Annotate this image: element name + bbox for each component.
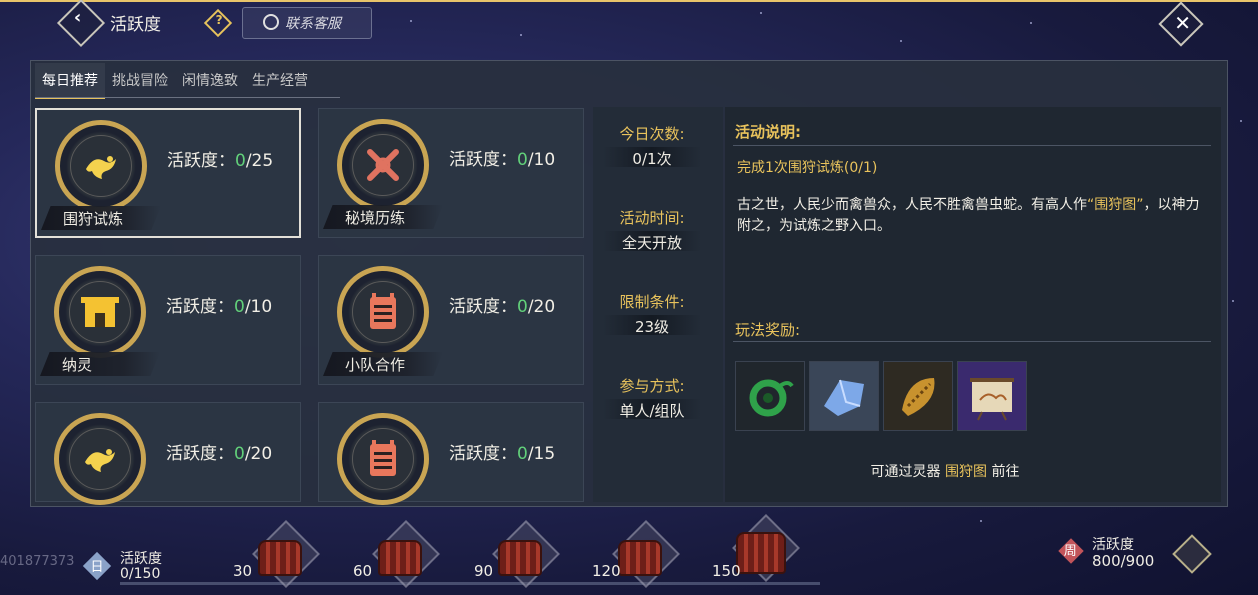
page-title: 活跃度 <box>110 15 161 35</box>
activity-points: 活跃度：0/10 <box>449 150 556 170</box>
scroll-icon <box>342 418 424 500</box>
scroll-icon <box>342 271 424 353</box>
activity-icon-ring <box>55 120 147 212</box>
activity-card-5[interactable]: 活跃度：0/20 <box>35 402 301 505</box>
customer-service-button[interactable]: 联系客服 <box>242 7 372 39</box>
daily-value: 0/150 <box>120 566 161 582</box>
activity-points: 活跃度：0/20 <box>449 297 556 317</box>
activity-card-naling[interactable]: 纳灵 活跃度：0/10 <box>35 255 301 385</box>
painting-scroll-icon <box>970 378 1014 421</box>
reward-slot[interactable] <box>883 361 953 431</box>
customer-service-label: 联系客服 <box>285 16 341 32</box>
jade-pendant-icon <box>749 379 794 417</box>
back-button[interactable]: ‹ <box>56 0 106 48</box>
daily-label: 活跃度 <box>120 551 162 567</box>
crossed-swords-icon <box>342 124 424 206</box>
reward-slot[interactable] <box>809 361 879 431</box>
weekly-value: 800/900 <box>1092 552 1155 570</box>
mode-value: 单人/组队 <box>619 402 685 420</box>
dragon-icon <box>60 125 142 207</box>
travel-hint: 可通过灵器 围狩图 前往 <box>870 464 1020 480</box>
limit-label: 限制条件: <box>619 293 685 311</box>
activity-name-ribbon: 小队合作 <box>323 352 443 376</box>
tab-production[interactable]: 生产经营 <box>245 63 315 97</box>
mode-label: 参与方式: <box>619 377 685 395</box>
tab-daily-recommend[interactable]: 每日推荐 <box>35 63 105 99</box>
activity-card-team-coop[interactable]: 小队合作 活跃度：0/20 <box>318 255 584 385</box>
crystal-icon <box>824 379 864 416</box>
activity-points: 活跃度：0/10 <box>166 297 273 317</box>
help-button[interactable]: ? <box>203 8 233 38</box>
activity-name-ribbon: 秘境历练 <box>323 205 443 229</box>
milestone-value: 60 <box>353 562 373 580</box>
tab-challenge[interactable]: 挑战冒险 <box>105 63 175 97</box>
progress-track <box>120 582 820 585</box>
rewards-title: 玩法奖励: <box>735 321 801 339</box>
divider <box>733 145 1211 146</box>
activity-lore: 古之世，人民少而禽兽众，人民不胜禽兽虫蛇。有高人作“围狩图”，以神力附之，为试炼… <box>737 197 1200 234</box>
activity-points: 活跃度：0/25 <box>167 151 274 171</box>
reward-chest-icon[interactable] <box>378 540 422 576</box>
daily-badge: 日 <box>82 551 112 581</box>
headset-icon <box>263 14 279 30</box>
reward-chest-icon[interactable] <box>618 540 662 576</box>
travel-item-link[interactable]: 围狩图 <box>945 464 987 480</box>
star <box>1232 300 1234 302</box>
activity-name: 围狩试炼 <box>63 210 124 228</box>
activity-name: 秘境历练 <box>345 209 406 227</box>
main-panel: 每日推荐 挑战冒险 闲情逸致 生产经营 围狩试炼 活跃度：0/25 秘境历练 活… <box>30 60 1228 507</box>
activity-description: 活动说明: 完成1次围狩试炼(0/1) 古之世，人民少而禽兽众，人民不胜禽兽虫蛇… <box>725 107 1221 502</box>
activity-name-ribbon: 纳灵 <box>40 352 160 376</box>
description-title: 活动说明: <box>735 123 801 141</box>
milestone-value: 90 <box>474 562 494 580</box>
activity-icon-ring <box>337 119 429 211</box>
close-icon: ✕ <box>1174 10 1192 35</box>
activity-goal: 完成1次围狩试炼(0/1) <box>737 160 878 176</box>
activity-points: 活跃度：0/20 <box>166 444 273 464</box>
golden-fragment-icon <box>902 378 935 416</box>
tab-leisure[interactable]: 闲情逸致 <box>175 63 245 97</box>
weekly-label: 活跃度 <box>1092 537 1134 553</box>
activity-icon-ring <box>337 413 429 505</box>
milestone-value: 30 <box>233 562 253 580</box>
reward-slot[interactable] <box>957 361 1027 431</box>
time-label: 活动时间: <box>619 209 685 227</box>
time-value: 全天开放 <box>621 234 682 252</box>
activity-points: 活跃度：0/15 <box>449 444 556 464</box>
close-button[interactable]: ✕ <box>1158 1 1204 47</box>
divider <box>733 341 1211 342</box>
dragon-icon <box>59 418 141 500</box>
activity-icon-ring <box>337 266 429 358</box>
tab-divider <box>35 97 340 98</box>
activity-card-secret-realm[interactable]: 秘境历练 活跃度：0/10 <box>318 108 584 238</box>
reward-chest-icon[interactable] <box>498 540 542 576</box>
weekly-reward-icon[interactable] <box>1172 534 1212 574</box>
gate-icon <box>59 271 141 353</box>
activity-progress-bar: 401877373 日 活跃度 0/150 30 60 90 120 150 周… <box>0 510 1258 595</box>
limit-value: 23级 <box>634 318 670 336</box>
milestone-value: 120 <box>592 562 621 580</box>
reward-chest-icon[interactable] <box>736 532 786 574</box>
activity-icon-ring <box>54 266 146 358</box>
activity-icon-ring <box>54 413 146 505</box>
star <box>1240 120 1242 122</box>
reward-slot[interactable] <box>735 361 805 431</box>
times-label: 今日次数: <box>619 125 685 143</box>
header: ‹ 活跃度 ? 联系客服 ✕ <box>0 0 1258 48</box>
reward-chest-icon[interactable] <box>258 540 302 576</box>
user-id: 401877373 <box>0 554 75 569</box>
activity-info-column: 今日次数: 0/1次 活动时间: 全天开放 限制条件: 23级 参与方式: 单人… <box>593 107 723 502</box>
weekly-badge: 周 <box>1058 538 1084 564</box>
activity-card-6[interactable]: 活跃度：0/15 <box>318 402 584 505</box>
tab-bar: 每日推荐 挑战冒险 闲情逸致 生产经营 <box>35 63 315 99</box>
activity-card-hunt-trial[interactable]: 围狩试炼 活跃度：0/25 <box>35 108 301 238</box>
activity-name: 小队合作 <box>345 356 406 374</box>
times-value: 0/1次 <box>632 150 672 168</box>
question-icon: ? <box>215 12 223 27</box>
activity-name-ribbon: 围狩试炼 <box>41 206 161 230</box>
milestone-value: 150 <box>712 562 741 580</box>
activity-name: 纳灵 <box>62 356 93 374</box>
chevron-left-icon: ‹ <box>73 6 82 28</box>
